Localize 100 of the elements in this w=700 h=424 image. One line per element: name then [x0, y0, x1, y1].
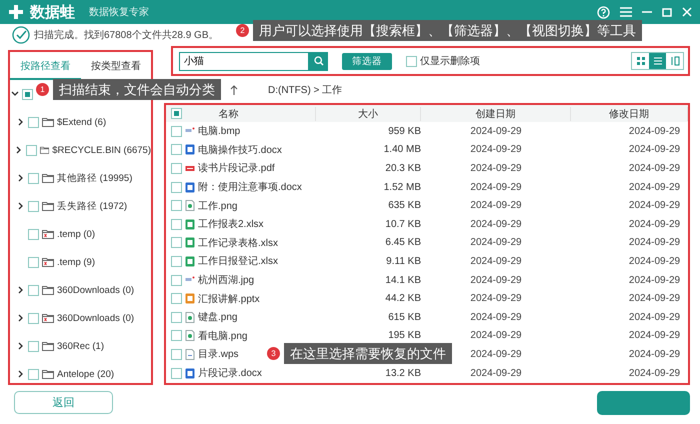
created-date: 2024-09-29 [470, 237, 522, 248]
word-file-icon [185, 144, 195, 156]
created-date: 2024-09-29 [470, 293, 522, 304]
view-tab[interactable]: 按类型查看 [80, 59, 151, 80]
column-header[interactable]: 修改日期 [609, 108, 649, 120]
checkbox[interactable] [171, 368, 182, 379]
filter-button[interactable]: 筛选器 [342, 52, 392, 70]
columns-icon [670, 56, 680, 66]
checkbox[interactable] [171, 256, 182, 267]
image-file-icon [185, 330, 195, 342]
created-date: 2024-09-29 [470, 368, 522, 379]
modified-date: 2024-09-29 [628, 368, 680, 379]
checkbox[interactable] [28, 228, 39, 240]
created-date: 2024-09-29 [470, 162, 522, 174]
excel-file-icon [185, 237, 195, 248]
folder-label[interactable]: 360Rec (1) [57, 340, 104, 352]
column-header[interactable]: 名称 [218, 106, 238, 120]
folder-label[interactable]: 丢失路径 (1972) [57, 200, 128, 212]
folder-icon [42, 201, 54, 211]
select-all-checkbox[interactable] [171, 108, 182, 119]
deleted-folder-icon [42, 229, 54, 239]
callout-text: 在这里选择需要恢复的文件 [284, 343, 452, 364]
checkbox[interactable] [26, 144, 37, 156]
search-field[interactable]: 小猫 [179, 52, 309, 70]
checkbox[interactable] [28, 116, 39, 128]
step-number: 2 [236, 24, 249, 37]
column-header[interactable]: 创建日期 [476, 108, 516, 120]
up-arrow-icon[interactable] [230, 84, 238, 94]
checkbox[interactable] [171, 293, 182, 304]
created-date: 2024-09-29 [470, 330, 522, 342]
created-date: 2024-09-29 [470, 126, 522, 137]
modified-date: 2024-09-29 [628, 348, 680, 360]
checkbox[interactable] [28, 368, 39, 380]
menu-icon[interactable] [620, 7, 632, 17]
checkbox[interactable] [171, 126, 182, 137]
folder-label[interactable]: $Extend (6) [57, 116, 106, 128]
file-size: 1.40 MB [384, 144, 421, 156]
file-name: 附：使用注意事项.docx [198, 180, 302, 194]
folder-path: D:(NTFS) > 工作 [268, 84, 342, 96]
modified-date: 2024-09-29 [628, 162, 680, 174]
checkbox[interactable] [28, 312, 39, 324]
checkbox-label[interactable]: 仅显示删除项 [420, 54, 480, 68]
checkbox[interactable] [171, 274, 182, 286]
modified-date: 2024-09-29 [628, 144, 680, 156]
deleted-folder-icon [42, 313, 54, 323]
checkbox[interactable] [171, 312, 182, 323]
checkbox[interactable] [171, 330, 182, 342]
checkbox[interactable] [171, 348, 182, 360]
back-button[interactable]: 返回 [14, 391, 113, 414]
checkbox[interactable] [171, 144, 182, 156]
checkbox[interactable] [406, 56, 417, 66]
check-circle-icon [12, 26, 30, 44]
checkbox[interactable] [28, 256, 39, 268]
view-mode-button[interactable] [649, 53, 666, 69]
column-header[interactable]: 大小 [358, 108, 378, 120]
folder-label[interactable]: .temp (0) [57, 228, 96, 240]
help-icon[interactable] [597, 6, 610, 18]
checkbox[interactable] [22, 88, 33, 100]
folder-label[interactable]: .temp (9) [57, 256, 96, 268]
created-date: 2024-09-29 [470, 218, 522, 230]
folder-icon [42, 173, 54, 183]
file-name: 键盘.png [198, 310, 238, 324]
created-date: 2024-09-29 [470, 144, 522, 156]
created-date: 2024-09-29 [470, 274, 522, 286]
modified-date: 2024-09-29 [628, 256, 680, 267]
checkbox[interactable] [171, 200, 182, 212]
created-date: 2024-09-29 [470, 200, 522, 212]
checkbox[interactable] [171, 218, 182, 230]
checkbox[interactable] [28, 340, 39, 352]
folder-label[interactable]: Antelope (20) [57, 368, 114, 380]
file-name: 汇报讲解.pptx [198, 292, 260, 306]
close-icon[interactable] [682, 7, 692, 17]
maximize-icon[interactable] [662, 8, 672, 16]
search-icon[interactable] [314, 56, 324, 66]
checkbox[interactable] [171, 162, 182, 174]
file-size: 9.11 KB [386, 256, 421, 267]
checkbox[interactable] [171, 237, 182, 248]
checkbox[interactable] [28, 200, 39, 212]
folder-icon [42, 341, 54, 351]
folder-label[interactable]: 其他路径 (19995) [57, 172, 132, 184]
file-name: 工作日报登记.xlsx [198, 254, 278, 268]
file-size: 20.3 KB [385, 162, 421, 174]
folder-label[interactable]: $RECYCLE.BIN (6675) [52, 144, 151, 156]
ppt-file-icon [185, 293, 195, 304]
checkbox[interactable] [28, 172, 39, 184]
created-date: 2024-09-29 [470, 348, 522, 360]
folder-label[interactable]: 360Downloads (0) [57, 312, 134, 324]
folder-label[interactable]: 360Downloads (0) [57, 284, 134, 296]
step-number: 1 [36, 83, 49, 96]
grid-icon [636, 56, 646, 66]
file-size: 635 KB [388, 200, 421, 212]
app-subtitle: 数据恢复专家 [89, 6, 149, 19]
action-button[interactable] [597, 391, 690, 415]
file-name: 工作记录表格.xlsx [198, 236, 278, 250]
search-button[interactable] [309, 52, 328, 70]
word-file-icon [185, 182, 195, 193]
created-date: 2024-09-29 [470, 312, 522, 323]
checkbox[interactable] [28, 284, 39, 296]
checkbox[interactable] [171, 182, 182, 193]
minimize-icon[interactable] [642, 11, 652, 13]
